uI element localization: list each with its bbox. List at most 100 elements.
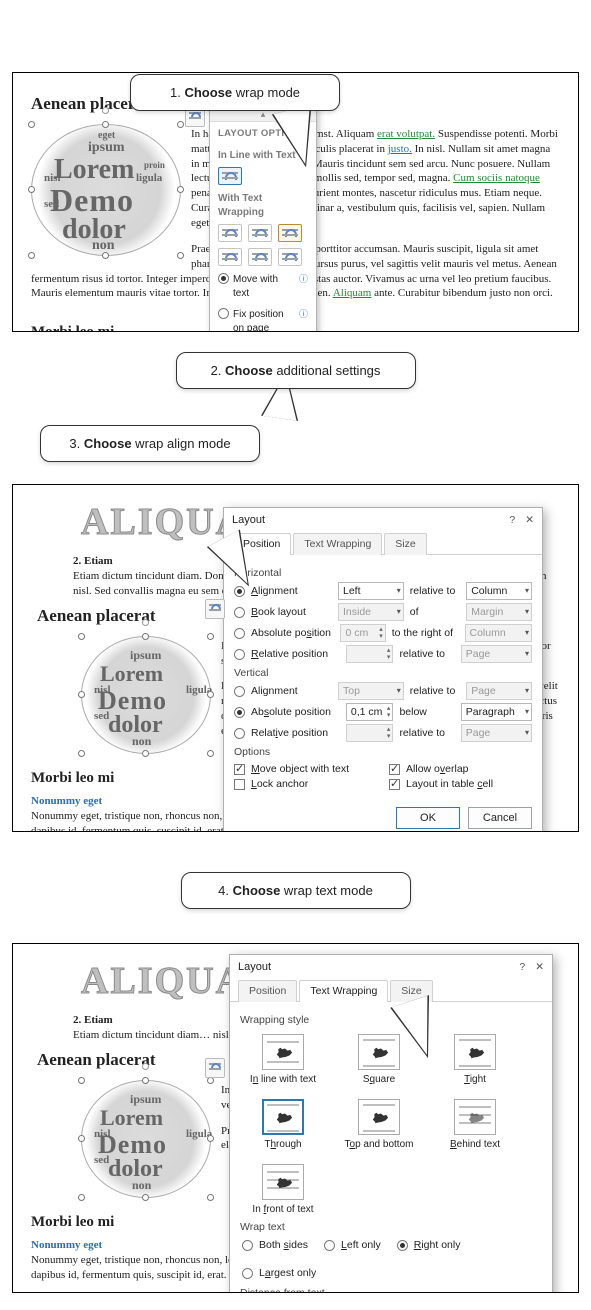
- wrap-front-icon[interactable]: [278, 248, 302, 266]
- wrap-style-topbottom[interactable]: [358, 1099, 400, 1135]
- mid-relative-to: relative to: [410, 585, 460, 597]
- tab-position[interactable]: Position: [238, 980, 297, 1002]
- wrap-right-radio[interactable]: [397, 1240, 408, 1251]
- callout-bold: Choose: [184, 85, 232, 100]
- v-alignment-label: Alignment: [251, 685, 332, 697]
- v-abs-rel[interactable]: Paragraph▾: [461, 703, 532, 721]
- h-book-radio[interactable]: [234, 607, 245, 618]
- v-abs-radio[interactable]: [234, 707, 245, 718]
- wrap-style-front[interactable]: [262, 1164, 304, 1200]
- lbl-through: Through: [264, 1139, 301, 1150]
- mid-toright: to the right of: [392, 627, 459, 639]
- wrap-left-radio[interactable]: [324, 1240, 335, 1251]
- h-rel-rel: Page▾: [461, 645, 532, 663]
- layout-options-button[interactable]: [205, 1058, 225, 1078]
- callout-bold: Choose: [84, 436, 132, 451]
- mid-relative-to: relative to: [410, 685, 460, 697]
- link-erat[interactable]: erat volutpat.: [377, 128, 435, 140]
- h-alignment-rel-combo[interactable]: Column▾: [466, 582, 532, 600]
- h-rel-radio[interactable]: [234, 649, 245, 660]
- close-icon[interactable]: ✕: [525, 514, 534, 526]
- callout-rest: additional settings: [273, 363, 381, 378]
- flyout-section-wrap: With Text Wrapping: [210, 188, 316, 221]
- wrap-style-inline[interactable]: [262, 1034, 304, 1070]
- lbl-left: Left only: [341, 1239, 381, 1251]
- tab-text-wrapping[interactable]: Text Wrapping: [299, 980, 388, 1002]
- h-abs-radio[interactable]: [234, 628, 245, 639]
- h-abs-spin: 0 cm▴▾: [340, 624, 385, 642]
- wordcloud-image[interactable]: egetipsum proin Lorem nislligula Demo se…: [31, 124, 181, 256]
- chk-allow-overlap[interactable]: [389, 764, 400, 775]
- wrap-style-behind[interactable]: [454, 1099, 496, 1135]
- info-icon[interactable]: ⓘ: [299, 273, 308, 285]
- link-justo[interactable]: justo.: [388, 143, 412, 155]
- callout-num: 2.: [211, 363, 222, 378]
- group-options: Options: [234, 746, 532, 758]
- panel-3: ALIQUA. 2. Etiam Etiam dictum tincidunt …: [12, 943, 579, 1293]
- h-book-label: Book layout: [251, 606, 332, 618]
- info-icon[interactable]: ⓘ: [299, 308, 308, 320]
- wordcloud-image[interactable]: ipsumLorem nislligula Demosed dolornon: [81, 636, 211, 754]
- close-icon[interactable]: ✕: [535, 961, 544, 973]
- h-rel-spin: ▴▾: [346, 645, 394, 663]
- cancel-button[interactable]: Cancel: [468, 807, 532, 829]
- wrap-tight-icon[interactable]: [248, 224, 272, 242]
- layout-options-button[interactable]: [205, 599, 225, 619]
- wrap-square-icon[interactable]: [218, 224, 242, 242]
- v-rel-radio[interactable]: [234, 728, 245, 739]
- fix-position-radio[interactable]: [218, 308, 229, 319]
- tab-text-wrapping[interactable]: Text Wrapping: [293, 533, 382, 555]
- chk-move-object[interactable]: [234, 764, 245, 775]
- list-head: Etiam: [84, 555, 113, 567]
- tab-size[interactable]: Size: [384, 533, 426, 555]
- dialog-title: Layout: [238, 961, 271, 973]
- callout-choose-wrap-mode: 1. Choose wrap mode: [130, 74, 340, 111]
- wrap-behind-icon[interactable]: [248, 248, 272, 266]
- lbl-allow-overlap: Allow overlap: [406, 763, 468, 775]
- h-rel-label: Relative position: [251, 648, 340, 660]
- v-rel-rel: Page▾: [461, 724, 532, 742]
- lbl-layout-cell: Layout in table cell: [406, 778, 493, 790]
- wordcloud-image[interactable]: ipsumLorem nislligula Demosed dolornon: [81, 1080, 211, 1198]
- list-head: Etiam: [84, 1014, 113, 1026]
- h-book-combo: Inside▾: [338, 603, 404, 621]
- help-icon[interactable]: ?: [509, 514, 515, 526]
- lbl-topbottom: Top and bottom: [345, 1139, 414, 1150]
- wrap-topbottom-icon[interactable]: [218, 248, 242, 266]
- lbl-front: In front of text: [252, 1204, 313, 1215]
- layout-dialog-wrapping: Layout ? ✕ Position Text Wrapping Size W…: [229, 954, 553, 1293]
- list-num: 2.: [73, 1014, 81, 1026]
- callout-additional-settings: 2. Choose additional settings: [176, 352, 416, 389]
- v-abs-spin[interactable]: 0,1 cm▴▾: [346, 703, 394, 721]
- group-distance: Distance from text: [240, 1287, 542, 1293]
- chk-layout-cell[interactable]: [389, 779, 400, 790]
- dialog-title: Layout: [232, 514, 265, 526]
- wrap-through-icon[interactable]: [278, 224, 302, 242]
- group-horizontal: Horizontal: [234, 567, 532, 579]
- wrap-inline-icon[interactable]: [218, 167, 242, 185]
- group-vertical: Vertical: [234, 667, 532, 679]
- v-alignment-combo: Top▾: [338, 682, 404, 700]
- callout-wrap-text-mode: 4. Choose wrap text mode: [181, 872, 411, 909]
- mid-relative-to: relative to: [399, 648, 454, 660]
- help-icon[interactable]: ?: [519, 961, 525, 973]
- fix-position-label: Fix position on page: [233, 308, 295, 332]
- callout-bold: Choose: [233, 883, 281, 898]
- chk-lock-anchor[interactable]: [234, 779, 245, 790]
- lbl-right: Right only: [414, 1239, 461, 1251]
- ok-button[interactable]: OK: [396, 807, 460, 829]
- callout-wrap-align-mode: 3. Choose wrap align mode: [40, 425, 260, 462]
- link-aliquam[interactable]: Aliquam: [333, 287, 372, 299]
- wrap-style-through[interactable]: [262, 1099, 304, 1135]
- v-abs-label: Absolute position: [251, 706, 340, 718]
- dialog-body: Horizontal Alignment Left▾ relative to C…: [224, 555, 542, 797]
- h-alignment-combo[interactable]: Left▾: [338, 582, 404, 600]
- panel-2: ALIQUA. 2. Etiam Etiam dictum tincidunt …: [12, 484, 579, 832]
- wrap-style-square[interactable]: [358, 1034, 400, 1070]
- link-cum[interactable]: Cum sociis natoque: [453, 172, 540, 184]
- wrap-largest-radio[interactable]: [242, 1268, 253, 1279]
- move-with-text-radio[interactable]: [218, 273, 229, 284]
- wrap-both-radio[interactable]: [242, 1240, 253, 1251]
- v-alignment-radio[interactable]: [234, 686, 245, 697]
- wrap-style-tight[interactable]: [454, 1034, 496, 1070]
